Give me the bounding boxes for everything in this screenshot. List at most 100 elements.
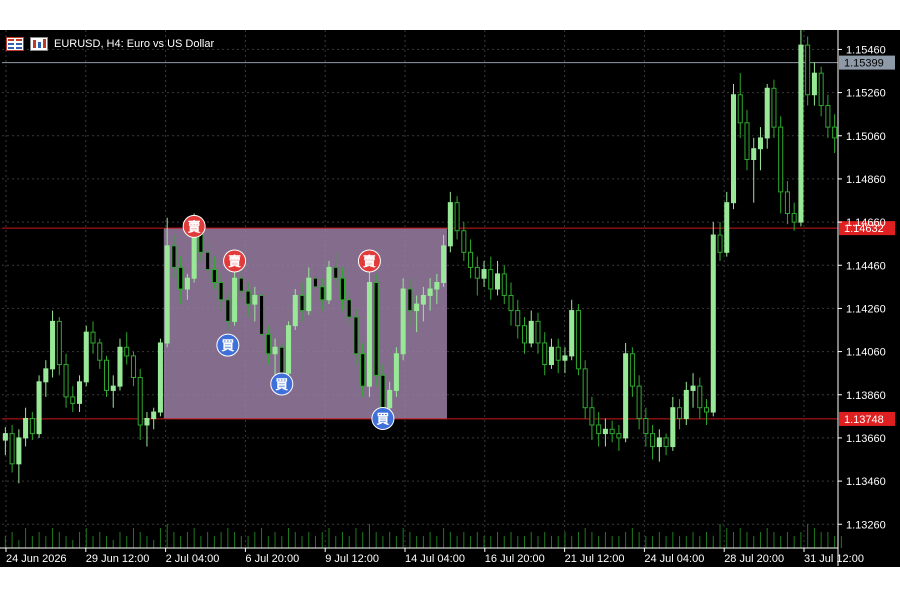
price-chart[interactable]: 1.153991.146321.13748 賣賣 賣買買買 1.154601.15… bbox=[0, 0, 900, 600]
candle-body bbox=[211, 269, 217, 284]
candle-body bbox=[164, 245, 170, 344]
candle-body bbox=[414, 303, 420, 312]
sell-marker-label: 賣 bbox=[363, 254, 377, 269]
candle-body bbox=[771, 87, 777, 128]
chart-grid-icon[interactable] bbox=[6, 37, 24, 51]
candle-body bbox=[730, 94, 737, 204]
candle-body bbox=[184, 277, 190, 290]
candle-body bbox=[704, 407, 710, 413]
candle-body bbox=[366, 282, 372, 387]
candle-body bbox=[575, 310, 581, 370]
candle-body bbox=[50, 320, 56, 370]
candle-body bbox=[744, 122, 750, 160]
candle-body bbox=[710, 234, 716, 413]
candle-body bbox=[117, 346, 123, 387]
x-tick-label: 16 Jul 20:00 bbox=[485, 553, 545, 565]
candle-body bbox=[238, 277, 244, 292]
candle-body bbox=[764, 87, 770, 139]
candle-body bbox=[481, 269, 487, 279]
y-tick-label: 1.15260 bbox=[846, 88, 886, 100]
x-tick-label: 21 Jul 12:00 bbox=[565, 553, 625, 565]
candle-body bbox=[144, 418, 150, 426]
candle-body bbox=[43, 368, 49, 383]
candle-body bbox=[124, 346, 130, 357]
candle-body bbox=[387, 389, 393, 409]
candle-body bbox=[811, 72, 817, 96]
y-tick-label: 1.14660 bbox=[846, 217, 886, 229]
x-tick-label: 14 Jul 04:00 bbox=[405, 553, 465, 565]
candle-body bbox=[312, 277, 319, 288]
candle-body bbox=[407, 288, 413, 312]
candle-body bbox=[441, 245, 447, 284]
candle-body bbox=[663, 437, 669, 448]
candle-body bbox=[23, 418, 29, 439]
candle-body bbox=[555, 346, 561, 361]
candle-body bbox=[130, 355, 136, 378]
candle-body bbox=[602, 428, 608, 435]
candle-body bbox=[582, 368, 588, 409]
candle-body bbox=[677, 407, 683, 420]
candle-body bbox=[569, 310, 575, 357]
symbol-title: EURUSD, H4: Euro vs US Dollar bbox=[54, 38, 215, 50]
candle-body bbox=[339, 277, 345, 301]
candle-body bbox=[757, 137, 763, 150]
candle-body bbox=[36, 381, 42, 435]
candle-body bbox=[623, 353, 629, 439]
candle-body bbox=[521, 325, 528, 344]
candle-body bbox=[697, 385, 703, 409]
candle-body bbox=[218, 282, 224, 301]
candle-body bbox=[353, 316, 359, 355]
candle-body bbox=[16, 437, 22, 465]
candle-body bbox=[596, 424, 602, 435]
y-tick-label: 1.13460 bbox=[846, 476, 886, 488]
candle-body bbox=[97, 342, 103, 361]
candle-body bbox=[724, 202, 730, 253]
y-tick-label: 1.15060 bbox=[846, 131, 886, 143]
x-tick-label: 9 Jul 12:00 bbox=[325, 553, 379, 565]
candle-body bbox=[245, 290, 251, 305]
candle-body bbox=[151, 411, 157, 419]
chart-title-bar: EURUSD, H4: Euro vs US Dollar bbox=[6, 35, 214, 53]
candle-body bbox=[656, 437, 662, 448]
candle-body bbox=[515, 310, 521, 327]
candle-body bbox=[791, 212, 797, 223]
candle-body bbox=[501, 273, 507, 296]
y-tick-label: 1.14060 bbox=[846, 347, 886, 359]
candle-body bbox=[232, 277, 238, 322]
candle-body bbox=[616, 433, 622, 439]
y-tick-label: 1.15460 bbox=[846, 44, 886, 56]
x-tick-label: 2 Jul 04:00 bbox=[166, 553, 220, 565]
candle-body bbox=[225, 299, 231, 322]
candle-body bbox=[90, 331, 96, 344]
candle-body bbox=[306, 277, 312, 312]
candle-body bbox=[56, 320, 62, 366]
candle-body bbox=[447, 202, 453, 247]
y-tick-label: 1.13860 bbox=[846, 390, 886, 402]
y-tick-label: 1.13660 bbox=[846, 433, 886, 445]
candle-body bbox=[548, 346, 554, 366]
candle-body bbox=[737, 94, 743, 124]
candle-body bbox=[805, 44, 811, 96]
candle-body bbox=[360, 353, 366, 387]
candle-body bbox=[319, 286, 325, 301]
chart-type-icon[interactable] bbox=[30, 37, 48, 51]
candle-body bbox=[272, 346, 278, 355]
candle-body bbox=[346, 299, 352, 318]
y-tick-label: 1.14860 bbox=[846, 174, 886, 186]
candle-body bbox=[259, 294, 265, 335]
candle-body bbox=[670, 407, 676, 448]
candle-body bbox=[542, 342, 548, 366]
candle-body bbox=[454, 202, 460, 232]
candle-body bbox=[818, 72, 824, 107]
x-tick-label: 24 Jun 2026 bbox=[6, 553, 67, 565]
candle-body bbox=[393, 353, 399, 391]
candle-body bbox=[778, 126, 784, 193]
candle-body bbox=[461, 230, 467, 253]
candle-body bbox=[650, 433, 656, 448]
sell-marker-label: 賣 bbox=[188, 219, 202, 234]
y-tick-label: 1.14260 bbox=[846, 303, 886, 315]
candle-body bbox=[825, 105, 831, 128]
candle-body bbox=[609, 428, 615, 435]
candle-body bbox=[495, 273, 501, 290]
candle-body bbox=[326, 266, 332, 301]
